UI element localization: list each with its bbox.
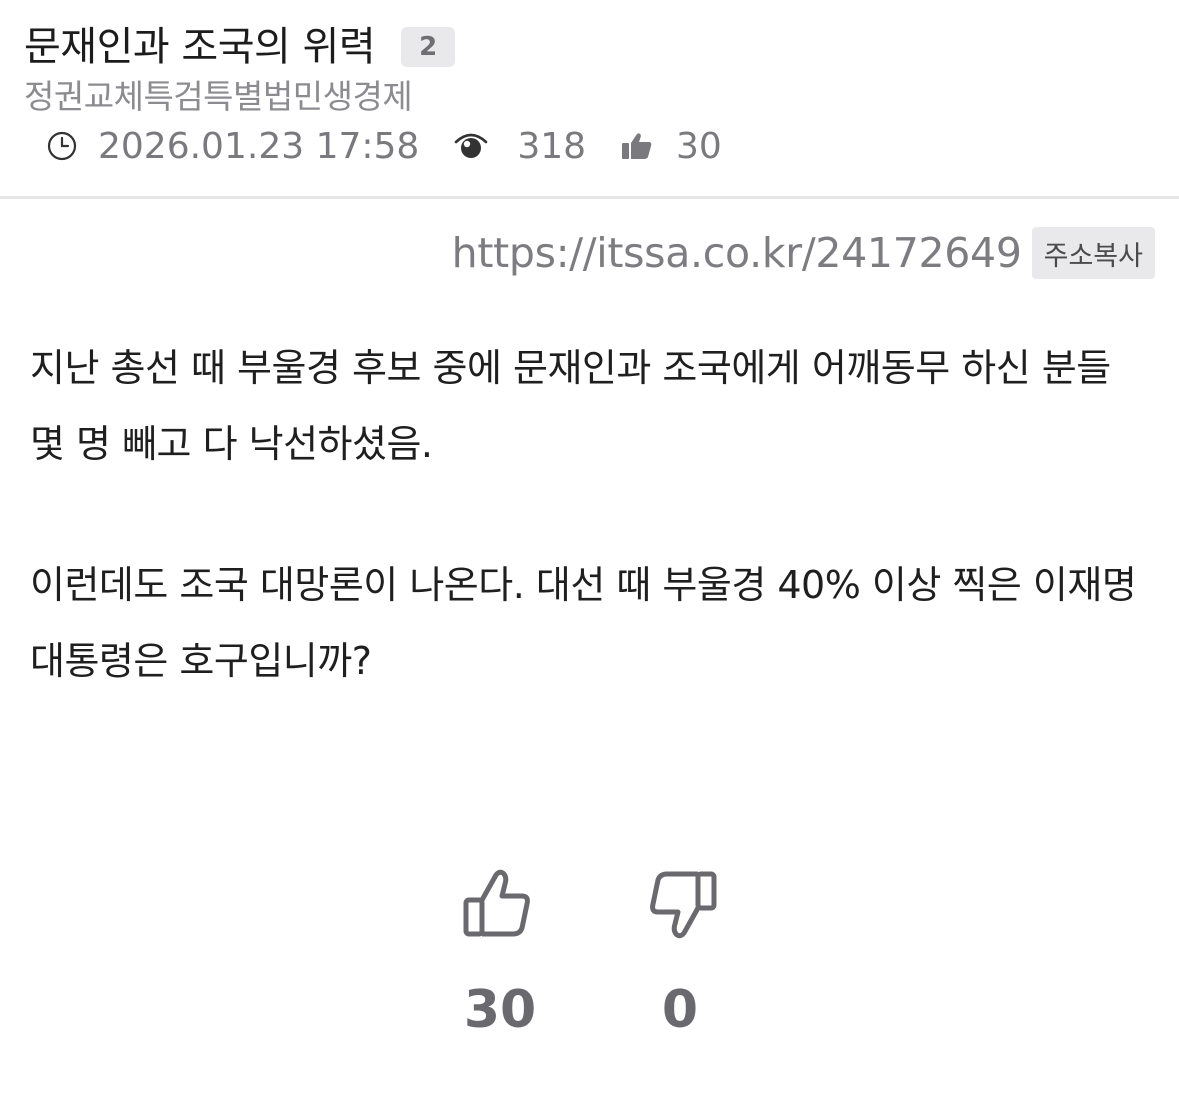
- vote-area: 30 0: [0, 866, 1179, 1046]
- post-header: 문재인과 조국의 위력 2 정권교체특검특별법민생경제 2026.01.23 1…: [0, 0, 1179, 198]
- upvote-button[interactable]: 30: [450, 866, 550, 1040]
- content-paragraph: 지난 총선 때 부울경 후보 중에 문재인과 조국에게 어깨동무 하신 분들 몇…: [30, 346, 1111, 466]
- thumbs-up-icon: [462, 866, 538, 942]
- post-datetime: 2026.01.23 17:58: [98, 125, 420, 167]
- clock-icon: [46, 130, 78, 162]
- thumbs-up-icon: [620, 130, 654, 162]
- post-title: 문재인과 조국의 위력: [24, 24, 376, 70]
- title-row: 문재인과 조국의 위력 2: [24, 22, 456, 72]
- post-content: 지난 총선 때 부울경 후보 중에 문재인과 조국에게 어깨동무 하신 분들 몇…: [30, 330, 1150, 699]
- header-divider: [0, 196, 1179, 199]
- downvote-count: 0: [661, 980, 699, 1040]
- post-page: 문재인과 조국의 위력 2 정권교체특검특별법민생경제 2026.01.23 1…: [0, 0, 1179, 1097]
- eye-icon: [453, 130, 489, 162]
- comment-count-badge[interactable]: 2: [401, 27, 456, 67]
- upvote-count: 30: [463, 980, 537, 1040]
- post-url[interactable]: https://itssa.co.kr/24172649: [452, 229, 1022, 277]
- post-category[interactable]: 정권교체특검특별법민생경제: [24, 76, 413, 118]
- thumbs-down-icon: [642, 866, 718, 942]
- like-count: 30: [676, 125, 722, 167]
- url-row: https://itssa.co.kr/24172649 주소복사: [452, 226, 1155, 280]
- post-meta: 2026.01.23 17:58 318 30: [46, 124, 722, 168]
- copy-url-button[interactable]: 주소복사: [1031, 227, 1155, 279]
- content-paragraph: 이런데도 조국 대망론이 나온다. 대선 때 부울경 40% 이상 찍은 이재명…: [30, 563, 1137, 683]
- view-count: 318: [517, 125, 587, 167]
- downvote-button[interactable]: 0: [630, 866, 730, 1040]
